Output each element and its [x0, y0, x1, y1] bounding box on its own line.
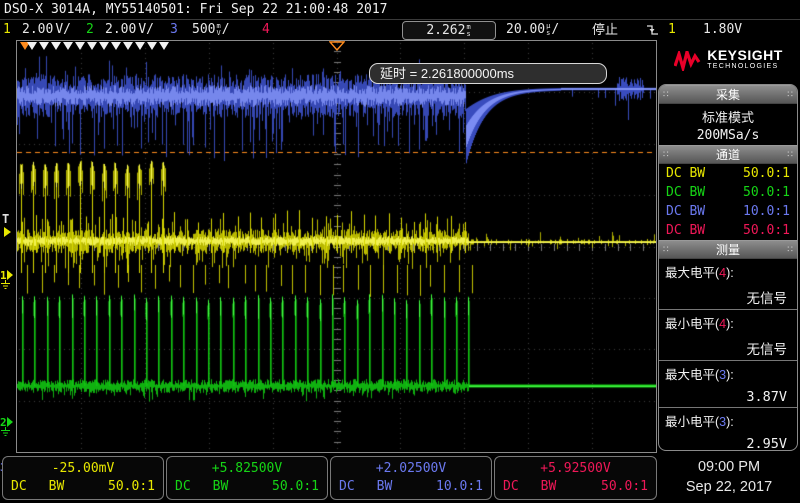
ch1-status-box[interactable]: -25.00mV DC BW 50.0:1: [2, 456, 164, 500]
ch2-offset: +5.82500V: [211, 461, 283, 476]
event-marker-icon: [147, 42, 157, 50]
ch4-settings-row[interactable]: DC BW 50.0:1: [659, 221, 797, 240]
ch1-settings-row[interactable]: DC BW 50.0:1: [659, 164, 797, 183]
event-marker-icon: [123, 42, 133, 50]
ch1-ground-marker[interactable]: 1: [0, 270, 13, 290]
event-marker-icon: [27, 42, 37, 50]
grip-icon[interactable]: ∷: [787, 244, 793, 255]
trigger-slope-icon[interactable]: [646, 23, 659, 40]
ch1-number[interactable]: 1: [3, 21, 11, 38]
trigger-position-marker-icon[interactable]: [329, 41, 345, 51]
grip-icon[interactable]: ∷: [787, 149, 793, 160]
section-header-channels[interactable]: ∷ 通道 ∷: [659, 145, 797, 164]
ch2-number[interactable]: 2: [86, 21, 94, 38]
section-header-acquisition[interactable]: ∷ 采集 ∷: [659, 85, 797, 104]
event-marker-icon: [159, 42, 169, 50]
status-bar: 1 2.00 V/ 2 2.00 V/ 3 500 m V/ 4 2.262 m s 20.…: [0, 20, 800, 40]
horizontal-position-box[interactable]: 2.262 m s: [402, 21, 496, 40]
run-state[interactable]: 停止: [592, 21, 618, 38]
clock-time: 09:00 PM: [697, 459, 761, 475]
ch4-status-box[interactable]: +5.92500V DC BW 50.0:1: [494, 456, 657, 500]
event-marker-icon: [99, 42, 109, 50]
waveform-display[interactable]: 延时 = 2.261800000ms: [16, 40, 657, 453]
sample-rate: 200MSa/s: [696, 128, 760, 143]
measurement-item[interactable]: 最小电平(4): 无信号: [659, 310, 797, 361]
ch3-offset: +2.02500V: [375, 461, 447, 476]
ch1-offset: -25.00mV: [51, 461, 115, 476]
ground-icon: [1, 280, 10, 289]
event-marker-icon: [39, 42, 49, 50]
clock: 09:00 PM Sep 22, 2017: [660, 457, 798, 497]
ch3-status-box[interactable]: +2.02500V DC BW 10.0:1: [330, 456, 492, 500]
ch3-number[interactable]: 3: [170, 21, 178, 38]
grip-icon[interactable]: ∷: [787, 89, 793, 100]
measurement-item[interactable]: 最大电平(3): 3.87V: [659, 361, 797, 408]
ch3-settings-row[interactable]: DC BW 10.0:1: [659, 202, 797, 221]
waveform-canvas[interactable]: [17, 41, 656, 452]
measurements: 最大电平(4): 无信号 最小电平(4): 无信号 最大电平(3): 3.87V…: [659, 259, 797, 450]
ch2-scale[interactable]: 2.00 V/: [105, 21, 154, 38]
brand-sub: TECHNOLOGIES: [707, 63, 779, 70]
ch1-scale[interactable]: 2.00 V/: [22, 21, 71, 38]
acquisition-info: 标准模式 200MSa/s: [659, 104, 797, 145]
event-marker-icon: [51, 42, 61, 50]
event-marker-icon: [135, 42, 145, 50]
event-marker-icon: [87, 42, 97, 50]
acquisition-mode: 标准模式: [701, 110, 754, 125]
trigger-level-marker[interactable]: [4, 227, 11, 237]
trigger-time-label: T: [2, 212, 10, 226]
event-marker-icon: [63, 42, 73, 50]
instrument-title: DSO-X 3014A, MY55140501: Fri Sep 22 21:0…: [0, 0, 800, 20]
clock-date: Sep 22, 2017: [685, 479, 773, 495]
sidebar-panel: ∷ 采集 ∷ 标准模式 200MSa/s ∷ 通道 ∷ DC BW 50.0:1 …: [658, 84, 798, 451]
ch2-settings-row[interactable]: DC BW 50.0:1: [659, 183, 797, 202]
timebase-setting[interactable]: 20.00 µ s /: [506, 21, 559, 38]
sidebar: KEYSIGHT TECHNOLOGIES ∷ 采集 ∷ 标准模式 200MSa…: [658, 40, 799, 453]
brand-logo: KEYSIGHT TECHNOLOGIES: [658, 40, 799, 82]
keysight-wave-icon: [674, 51, 701, 71]
brand-name: KEYSIGHT: [707, 47, 783, 63]
delay-annotation[interactable]: 延时 = 2.261800000ms: [369, 63, 607, 84]
trigger-level[interactable]: 1.80V: [703, 21, 742, 38]
ch4-offset: +5.92500V: [540, 461, 611, 476]
left-marker-gutter: T 1 2 3: [0, 40, 16, 479]
trigger-source[interactable]: 1: [668, 21, 676, 38]
ch2-status-box[interactable]: +5.82500V DC BW 50.0:1: [166, 456, 328, 500]
ch4-number[interactable]: 4: [262, 21, 270, 38]
ch3-scale[interactable]: 500 m V /: [192, 21, 230, 38]
event-marker-icon: [111, 42, 121, 50]
event-marker-icon: [75, 42, 85, 50]
oscilloscope-screen: DSO-X 3014A, MY55140501: Fri Sep 22 21:0…: [0, 0, 800, 503]
measurement-item[interactable]: 最小电平(3): 2.95V: [659, 408, 797, 450]
bottom-bar: -25.00mV DC BW 50.0:1 +5.82500V DC BW 50.0:1…: [0, 453, 800, 503]
measurement-item[interactable]: 最大电平(4): 无信号: [659, 259, 797, 310]
ground-icon: [1, 427, 10, 436]
section-header-measure[interactable]: ∷ 测量 ∷: [659, 240, 797, 259]
ch2-ground-marker[interactable]: 2: [0, 417, 13, 437]
